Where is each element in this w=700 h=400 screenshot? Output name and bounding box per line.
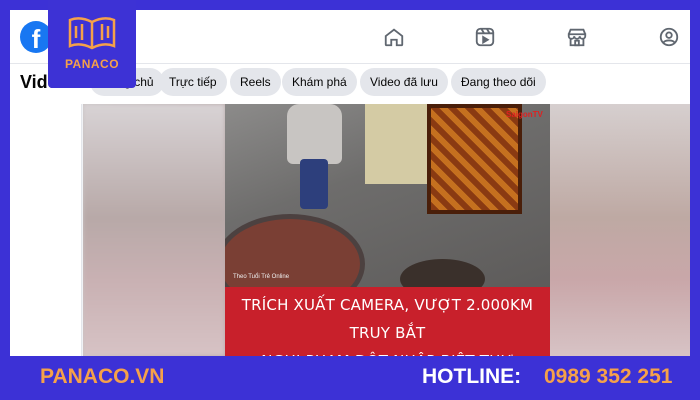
video-player[interactable]: SaigonTV Theo Tuổi Trẻ Online TRÍCH XUẤT… (83, 104, 690, 356)
tab-following[interactable]: Đang theo dõi (451, 68, 546, 96)
video-wall (365, 104, 435, 184)
left-column (10, 104, 82, 356)
video-blur-left (83, 104, 225, 356)
site-url[interactable]: PANACO.VN (40, 365, 164, 389)
marketplace-icon[interactable] (566, 26, 588, 48)
tab-live[interactable]: Trực tiếp (159, 68, 227, 96)
video-person-legs (300, 159, 328, 209)
hotline-label: HOTLINE: (422, 365, 522, 388)
video-blur-right (550, 104, 690, 356)
video-caption: TRÍCH XUẤT CAMERA, VƯỢT 2.000KM TRUY BẮT… (225, 287, 550, 356)
hotline-number[interactable]: 0989 352 251 (544, 365, 672, 389)
channel-brand: SaigonTV (506, 110, 543, 119)
video-frame[interactable]: SaigonTV Theo Tuổi Trẻ Online TRÍCH XUẤT… (225, 104, 550, 356)
video-door (427, 104, 522, 214)
profile-icon[interactable] (658, 26, 680, 48)
caption-line-1: TRÍCH XUẤT CAMERA, VƯỢT 2.000KM TRUY BẮT (241, 296, 534, 342)
panaco-badge: PANACO (48, 0, 136, 88)
reels-icon[interactable] (474, 26, 496, 48)
footer-bar: PANACO.VN HOTLINE: 0989 352 251 (0, 356, 700, 400)
video-watermark: Theo Tuổi Trẻ Online (233, 274, 290, 280)
caption-line-2: NGHI PHẠM ĐỘT NHẬP BIỆT THỰ (225, 347, 550, 356)
book-logo-icon (68, 17, 116, 50)
tab-saved[interactable]: Video đã lưu (360, 68, 448, 96)
tab-explore[interactable]: Khám phá (282, 68, 357, 96)
tab-reels[interactable]: Reels (230, 68, 281, 96)
home-icon[interactable] (383, 26, 405, 48)
content-area: SaigonTV Theo Tuổi Trẻ Online TRÍCH XUẤT… (10, 104, 690, 356)
badge-brand: PANACO (64, 57, 120, 71)
video-person (287, 104, 342, 164)
